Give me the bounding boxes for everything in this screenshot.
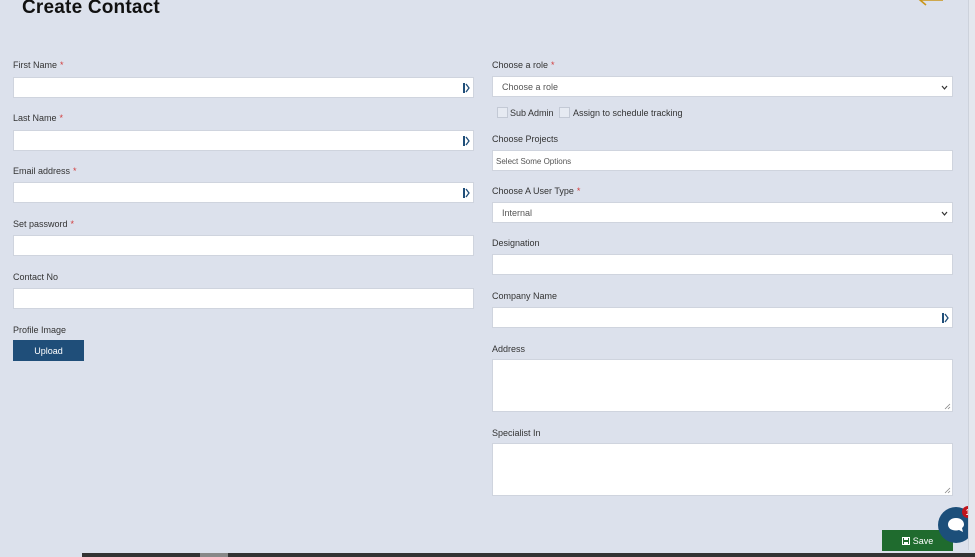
password-label: Set password * [13, 219, 75, 229]
schedule-tracking-checkbox[interactable] [559, 107, 570, 118]
save-label: Save [912, 535, 934, 546]
chevron-down-icon [941, 85, 948, 90]
resize-grip-icon[interactable] [944, 403, 951, 410]
schedule-tracking-label: Assign to schedule tracking [573, 108, 683, 118]
role-label: Choose a role * [492, 60, 555, 70]
company-name-label: Company Name [492, 291, 558, 301]
vertical-scrollbar[interactable] [968, 0, 975, 550]
email-input[interactable] [13, 182, 474, 203]
upload-button[interactable]: Upload [13, 340, 84, 361]
keyboard-icon [463, 83, 470, 93]
profile-image-label: Profile Image [13, 325, 67, 335]
last-name-input[interactable] [13, 130, 474, 151]
role-selected-value: Choose a role [502, 82, 559, 92]
keyboard-icon [463, 136, 470, 146]
first-name-label: First Name * [13, 60, 64, 70]
page-title: Create Contact [22, 0, 160, 18]
email-label: Email address * [13, 166, 77, 176]
company-name-input[interactable] [492, 307, 953, 328]
chat-bubble-icon [948, 518, 964, 532]
specialist-in-label: Specialist In [492, 428, 541, 438]
specialist-in-textarea[interactable] [492, 443, 953, 496]
horizontal-scrollbar-thumb[interactable] [200, 553, 228, 557]
address-label: Address [492, 344, 526, 354]
user-type-selected-value: Internal [502, 208, 533, 218]
keyboard-icon [463, 188, 470, 198]
address-textarea[interactable] [492, 359, 953, 412]
user-type-label: Choose A User Type * [492, 186, 581, 196]
chevron-down-icon [941, 211, 948, 216]
role-select[interactable]: Choose a role [492, 76, 953, 97]
designation-label: Designation [492, 238, 540, 248]
first-name-input[interactable] [13, 77, 474, 98]
sub-admin-checkbox[interactable] [497, 107, 508, 118]
arrow-left-icon[interactable] [917, 0, 945, 8]
resize-grip-icon[interactable] [944, 487, 951, 494]
floppy-disk-icon [901, 536, 910, 545]
contact-no-input[interactable] [13, 288, 474, 309]
password-input[interactable] [13, 235, 474, 256]
last-name-label: Last Name * [13, 113, 64, 123]
user-type-select[interactable]: Internal [492, 202, 953, 223]
designation-input[interactable] [492, 254, 953, 275]
contact-no-label: Contact No [13, 272, 59, 282]
keyboard-icon [942, 313, 949, 323]
projects-label: Choose Projects [492, 134, 559, 144]
projects-multiselect[interactable]: Select Some Options [492, 150, 953, 171]
sub-admin-label: Sub Admin [510, 108, 554, 118]
